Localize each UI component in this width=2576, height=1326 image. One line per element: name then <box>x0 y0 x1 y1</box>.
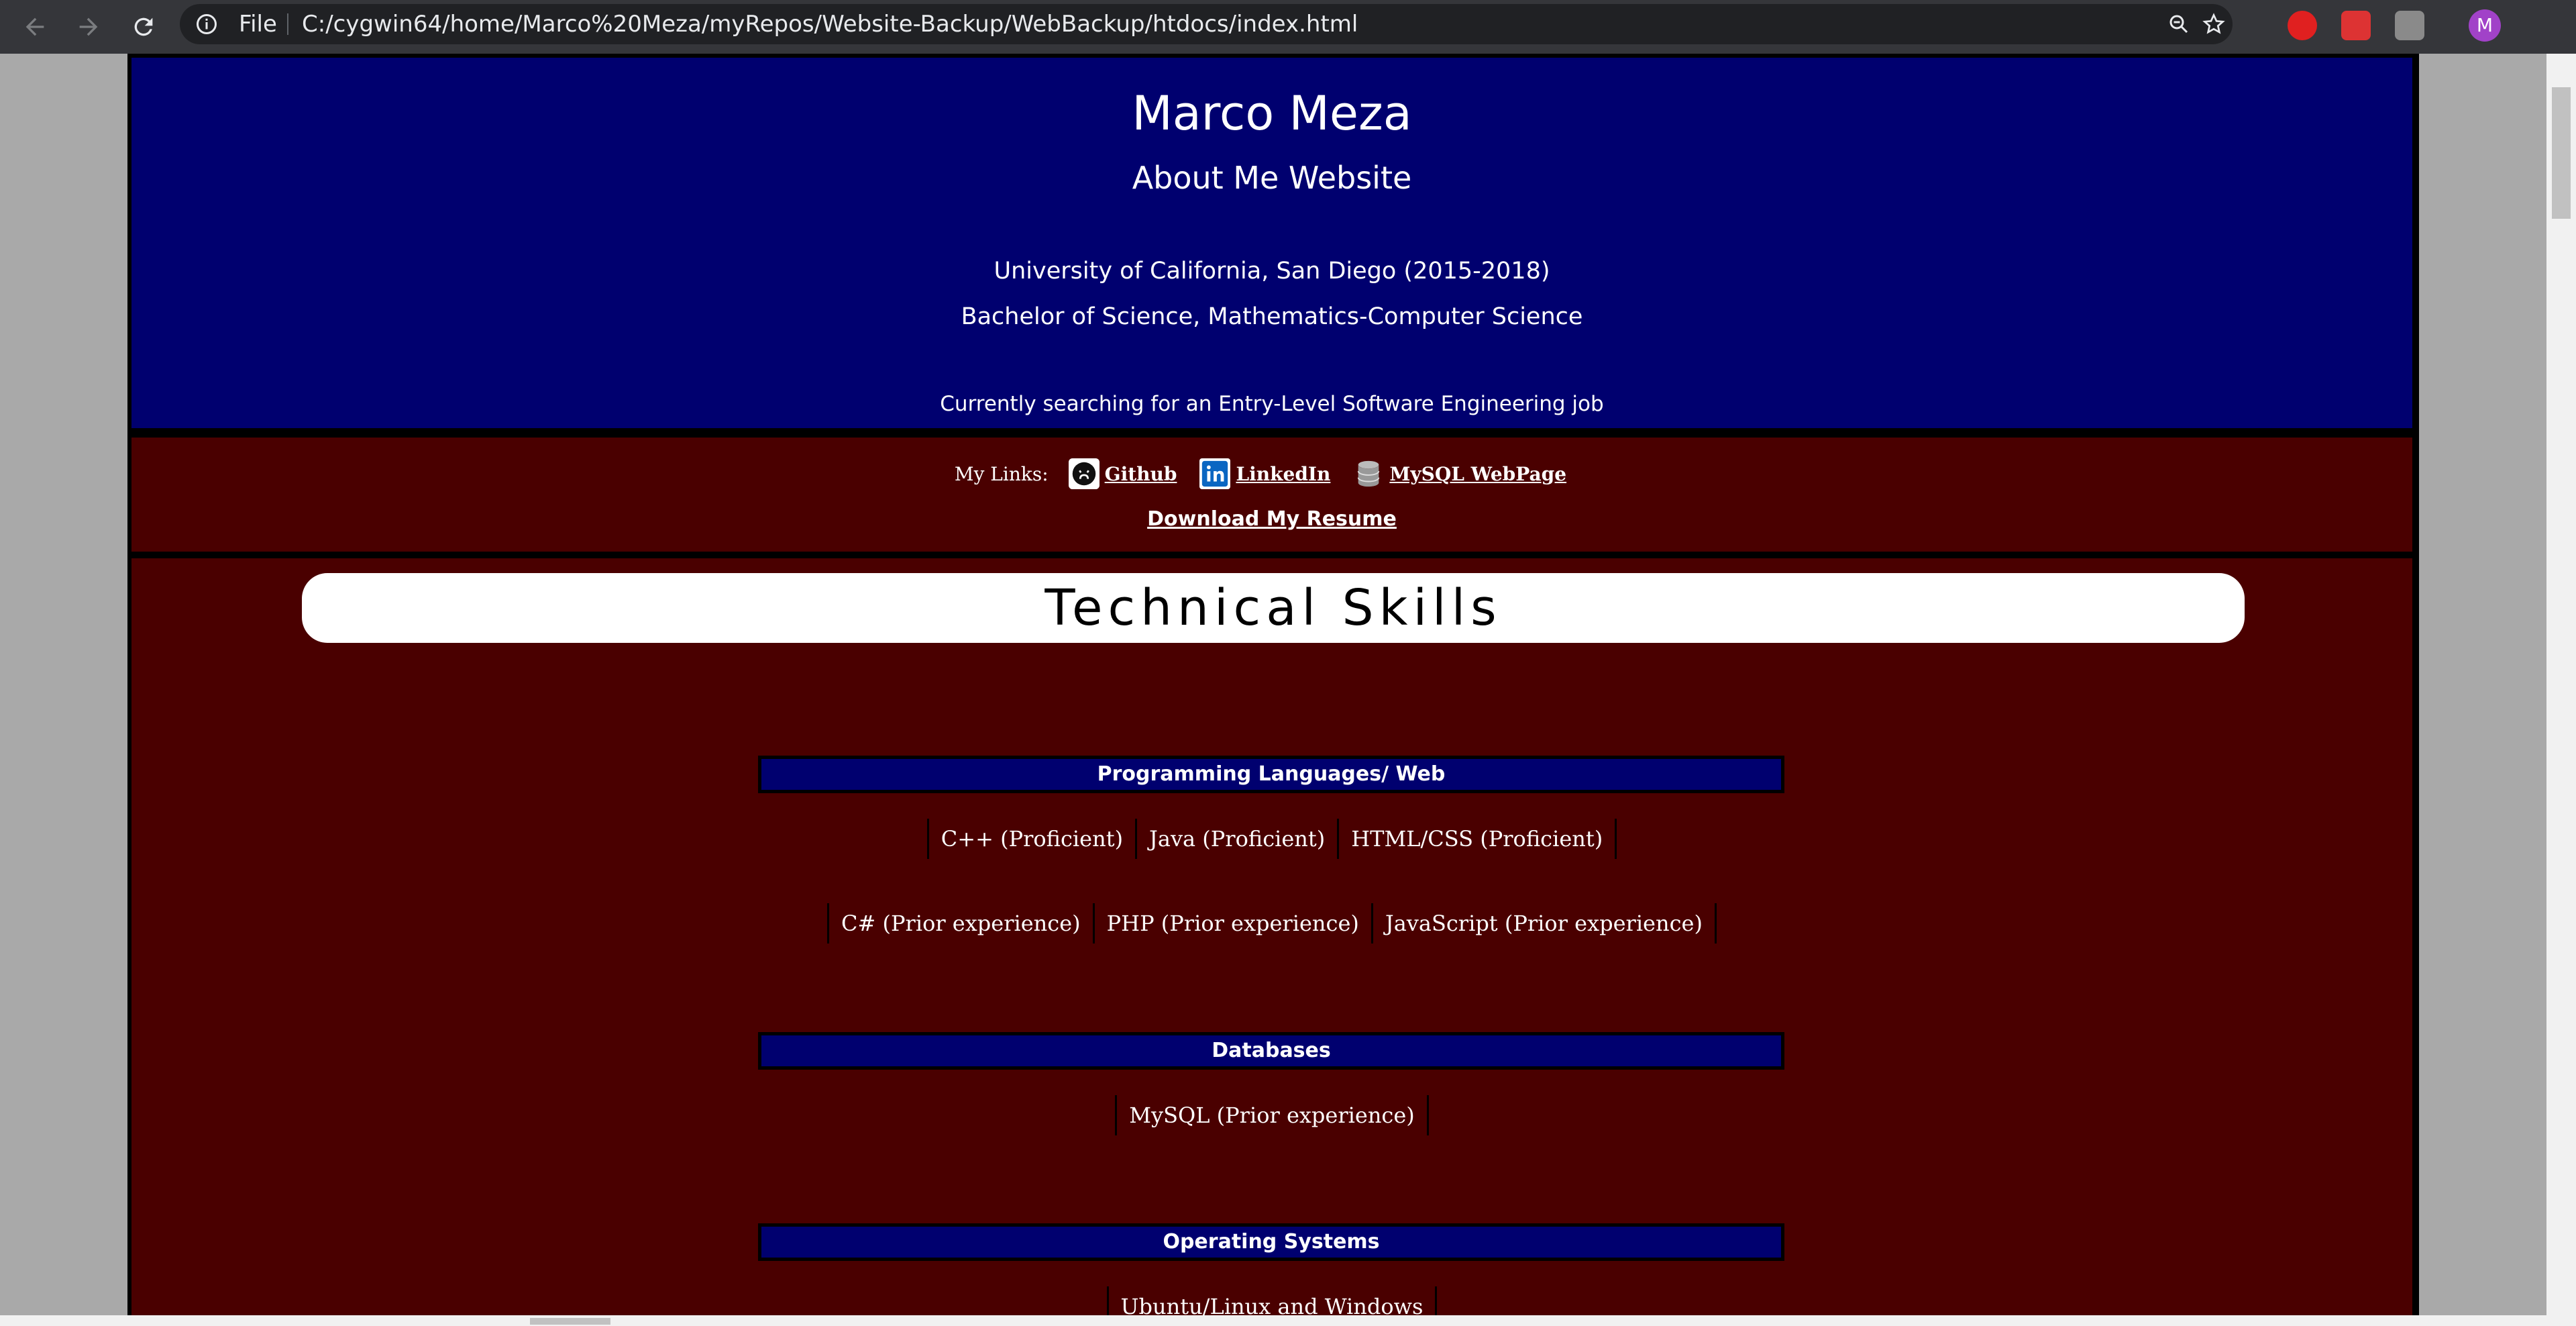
skill-item: HTML/CSS (Proficient) <box>1337 819 1617 859</box>
page-subtitle: About Me Website <box>1132 160 1412 196</box>
links-section: My Links: Github LinkedIn MySQL WebPage … <box>131 438 2412 552</box>
skill-item: Java (Proficient) <box>1135 819 1337 859</box>
info-icon[interactable] <box>195 12 219 36</box>
category-header: Databases <box>758 1032 1784 1070</box>
profile-avatar[interactable]: M <box>2469 9 2501 42</box>
horizontal-scrollbar[interactable] <box>0 1315 2546 1326</box>
technical-skills-section: Technical Skills Programming Languages/ … <box>131 558 2412 1326</box>
mysql-webpage-link[interactable]: MySQL WebPage <box>1353 458 1566 489</box>
education-school: University of California, San Diego (201… <box>994 258 1550 285</box>
url-text[interactable]: C:/cygwin64/home/Marco%20Meza/myRepos/We… <box>302 4 1358 44</box>
reload-icon[interactable] <box>125 8 162 46</box>
page-viewport: Marco Meza About Me Website University o… <box>0 54 2546 1326</box>
linkedin-link[interactable]: LinkedIn <box>1199 458 1330 489</box>
github-link[interactable]: Github <box>1068 458 1177 489</box>
github-link-label: Github <box>1104 462 1177 485</box>
database-icon <box>1358 460 1380 487</box>
skill-row: C++ (Proficient) Java (Proficient) HTML/… <box>131 819 2412 859</box>
address-bar[interactable]: File C:/cygwin64/home/Marco%20Meza/myRep… <box>180 4 2233 44</box>
education-degree: Bachelor of Science, Mathematics-Compute… <box>961 303 1583 330</box>
star-icon[interactable] <box>2202 12 2226 36</box>
extension-icon[interactable] <box>2341 11 2371 40</box>
zoom-icon[interactable] <box>2167 12 2191 36</box>
linkedin-link-label: LinkedIn <box>1236 462 1331 485</box>
skill-item: C# (Prior experience) <box>827 903 1093 944</box>
vertical-scrollbar[interactable] <box>2546 54 2576 1326</box>
links-label: My Links: <box>954 462 1049 485</box>
skill-item: JavaScript (Prior experience) <box>1371 903 1717 944</box>
skill-item: MySQL (Prior experience) <box>1115 1095 1429 1135</box>
omnibox-divider <box>287 13 288 35</box>
skill-item: PHP (Prior experience) <box>1092 903 1371 944</box>
job-status: Currently searching for an Entry-Level S… <box>940 392 1604 416</box>
mysql-webpage-label: MySQL WebPage <box>1389 462 1567 485</box>
scrollbar-thumb[interactable] <box>530 1318 610 1325</box>
page-container: Marco Meza About Me Website University o… <box>127 54 2419 1326</box>
links-row: My Links: Github LinkedIn MySQL WebPage <box>131 456 2412 491</box>
github-icon <box>1068 458 1099 489</box>
skill-row: C# (Prior experience) PHP (Prior experie… <box>131 903 2412 944</box>
skills-title: Technical Skills <box>302 573 2245 643</box>
header-section: Marco Meza About Me Website University o… <box>131 58 2412 428</box>
adblock-extension-icon[interactable] <box>2288 11 2317 40</box>
extension-icon[interactable] <box>2395 11 2424 40</box>
skill-item: C++ (Proficient) <box>926 819 1135 859</box>
scrollbar-thumb[interactable] <box>2552 87 2571 219</box>
skill-row: MySQL (Prior experience) <box>131 1095 2412 1135</box>
browser-toolbar: File C:/cygwin64/home/Marco%20Meza/myRep… <box>0 0 2576 54</box>
page-title: Marco Meza <box>1132 86 1412 141</box>
file-label: File <box>239 11 277 38</box>
download-resume-link[interactable]: Download My Resume <box>131 507 2412 531</box>
category-header: Operating Systems <box>758 1223 1784 1261</box>
linkedin-icon <box>1199 458 1231 489</box>
back-arrow-icon[interactable] <box>16 8 54 46</box>
category-header: Programming Languages/ Web <box>758 756 1784 793</box>
forward-arrow-icon[interactable] <box>70 8 107 46</box>
